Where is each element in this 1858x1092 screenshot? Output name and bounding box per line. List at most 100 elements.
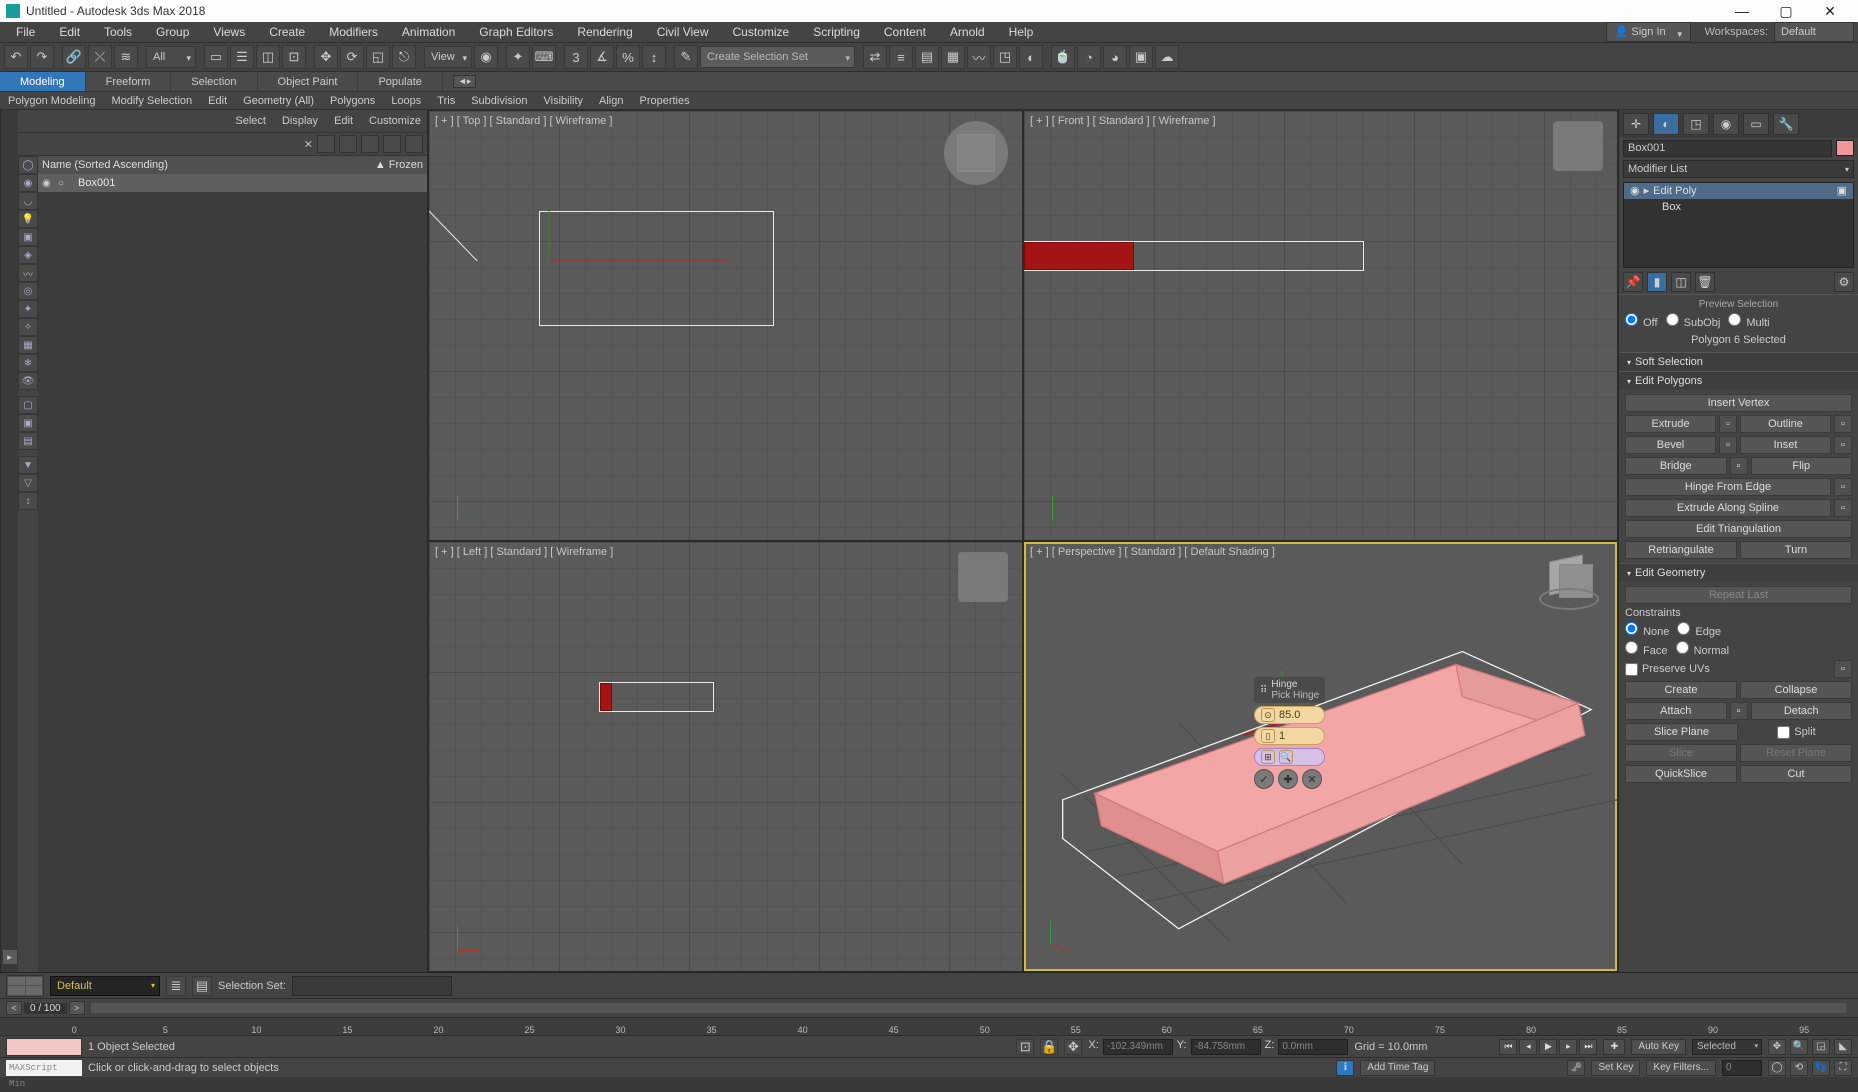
ref-coord-dropdown[interactable]: View: [424, 46, 472, 68]
ribbon-subdivision[interactable]: Subdivision: [463, 92, 535, 109]
layer-explorer-button[interactable]: ▤: [915, 45, 939, 69]
prev-frame-button[interactable]: ◂: [1519, 1039, 1537, 1055]
viewport-perspective[interactable]: [ + ] [ Perspective ] [ Standard ] [ Def…: [1024, 542, 1617, 971]
goto-end-button[interactable]: ⏭: [1579, 1039, 1597, 1055]
script-status-icon[interactable]: ℹ: [1336, 1060, 1354, 1076]
preserve-uvs-settings-button[interactable]: ▫: [1834, 660, 1852, 678]
hinge-from-edge-button[interactable]: Hinge From Edge: [1625, 478, 1831, 496]
stack-scroll-icon[interactable]: ▣: [1837, 183, 1847, 199]
current-frame-input[interactable]: [1722, 1060, 1762, 1076]
se-menu-select[interactable]: Select: [235, 115, 266, 127]
nav-walk-icon[interactable]: 👣: [1812, 1060, 1830, 1076]
cmd-tab-utilities[interactable]: 🔧: [1773, 113, 1799, 135]
pickhinge-icon-1[interactable]: ⊞: [1261, 750, 1275, 764]
hinge-settings-button[interactable]: ▫: [1834, 478, 1852, 496]
selection-filter-dropdown[interactable]: All: [146, 46, 196, 68]
rollout-soft-selection[interactable]: Soft Selection: [1619, 353, 1858, 371]
bridge-button[interactable]: Bridge: [1625, 457, 1727, 475]
ribbon-tab-freeform[interactable]: Freeform: [86, 72, 172, 91]
maximize-button[interactable]: ▢: [1764, 0, 1808, 22]
menu-graph-editors[interactable]: Graph Editors: [467, 22, 565, 42]
link-button[interactable]: 🔗: [62, 45, 86, 69]
viewcube-front[interactable]: [1553, 121, 1603, 171]
selection-lock-icon[interactable]: 🔒: [1040, 1039, 1058, 1055]
ribbon-polygon-modeling[interactable]: Polygon Modeling: [0, 92, 103, 109]
ribbon-tab-populate[interactable]: Populate: [358, 72, 442, 91]
se-view3-button[interactable]: [405, 135, 423, 153]
window-crossing-button[interactable]: ⊡: [282, 45, 306, 69]
percent-snap-button[interactable]: %: [616, 45, 640, 69]
se-filter-light-icon[interactable]: 💡: [18, 210, 38, 228]
ribbon-visibility[interactable]: Visibility: [535, 92, 591, 109]
manipulate-button[interactable]: ✦: [506, 45, 530, 69]
cmd-tab-create[interactable]: ✛: [1623, 113, 1649, 135]
nav-orbit-icon[interactable]: ◯: [1768, 1060, 1786, 1076]
show-end-result-button[interactable]: ▮: [1647, 272, 1667, 292]
named-selection-dropdown[interactable]: Create Selection Set: [700, 46, 855, 68]
cut-button[interactable]: Cut: [1740, 765, 1852, 783]
menu-animation[interactable]: Animation: [390, 22, 467, 42]
angle-snap-button[interactable]: ∡: [590, 45, 614, 69]
se-lock-button[interactable]: [339, 135, 357, 153]
menu-group[interactable]: Group: [144, 22, 201, 42]
ribbon-align[interactable]: Align: [591, 92, 631, 109]
extrude-settings-button[interactable]: ▫: [1719, 415, 1737, 433]
se-filter-helper-icon[interactable]: ◈: [18, 246, 38, 264]
redo-button[interactable]: ↷: [30, 45, 54, 69]
select-object-button[interactable]: ▭: [204, 45, 228, 69]
bevel-settings-button[interactable]: ▫: [1719, 436, 1737, 454]
cmd-tab-modify[interactable]: ◐: [1653, 113, 1679, 135]
caddy-apply-button[interactable]: ✚: [1278, 769, 1298, 789]
inset-settings-button[interactable]: ▫: [1834, 436, 1852, 454]
viewcube-top[interactable]: [944, 121, 1008, 185]
bind-spacewarp-button[interactable]: ≋: [114, 45, 138, 69]
object-color-swatch[interactable]: [1836, 140, 1854, 156]
se-filter-bone-icon[interactable]: ✧: [18, 318, 38, 336]
rectangular-region-button[interactable]: ◫: [256, 45, 280, 69]
se-view2-button[interactable]: [383, 135, 401, 153]
key-mode-toggle[interactable]: ✚: [1603, 1039, 1625, 1055]
state-sets-button[interactable]: ▣: [1129, 45, 1153, 69]
ribbon-tab-modeling[interactable]: Modeling: [0, 72, 86, 91]
align-button[interactable]: ≡: [889, 45, 913, 69]
signin-dropdown[interactable]: 👤 Sign In: [1606, 22, 1691, 42]
maxscript-listener[interactable]: MAXScript Min: [6, 1060, 82, 1076]
play-button[interactable]: ▶: [1539, 1039, 1557, 1055]
pickhinge-icon-2[interactable]: 🔍: [1279, 750, 1293, 764]
coord-x-input[interactable]: [1103, 1039, 1173, 1055]
ribbon-tris[interactable]: Tris: [429, 92, 463, 109]
collapse-button[interactable]: Collapse: [1740, 681, 1852, 699]
caddy-segments-value[interactable]: 1: [1279, 730, 1285, 742]
expand-icon[interactable]: ▸: [1644, 183, 1650, 199]
ribbon-edit[interactable]: Edit: [200, 92, 235, 109]
render-in-cloud-button[interactable]: ☁: [1155, 45, 1179, 69]
time-ruler[interactable]: 0510152025303540455055606570758085909510…: [0, 1017, 1858, 1035]
outline-button[interactable]: Outline: [1740, 415, 1831, 433]
render-setup-button[interactable]: 🍵: [1051, 45, 1075, 69]
constraint-normal[interactable]: Normal: [1676, 641, 1730, 657]
select-move-button[interactable]: ✥: [314, 45, 338, 69]
edit-triangulation-button[interactable]: Edit Triangulation: [1625, 520, 1852, 538]
material-editor-button[interactable]: ◐: [1019, 45, 1043, 69]
se-filter-group-icon[interactable]: ◎: [18, 282, 38, 300]
inset-button[interactable]: Inset: [1740, 436, 1831, 454]
layer-dropdown[interactable]: Default: [50, 976, 160, 996]
split-checkbox[interactable]: Split: [1741, 723, 1852, 741]
freeze-icon[interactable]: ○: [58, 178, 74, 189]
caddy-grip-icon[interactable]: ⠿: [1260, 685, 1267, 696]
toggle-ribbon-button[interactable]: ▦: [941, 45, 965, 69]
keyboard-shortcut-button[interactable]: ⌨: [532, 45, 556, 69]
detach-button[interactable]: Detach: [1751, 702, 1853, 720]
constraint-none[interactable]: None: [1625, 622, 1669, 638]
make-unique-button[interactable]: ◫: [1671, 272, 1691, 292]
next-frame-button[interactable]: ▸: [1559, 1039, 1577, 1055]
schematic-view-button[interactable]: ◳: [993, 45, 1017, 69]
preview-subobj[interactable]: SubObj: [1666, 313, 1721, 329]
absolute-transform-icon[interactable]: ✥: [1064, 1039, 1082, 1055]
menu-civil-view[interactable]: Civil View: [645, 22, 721, 42]
setkey-large-button[interactable]: 🗝: [1567, 1060, 1585, 1076]
se-view-button[interactable]: [361, 135, 379, 153]
attach-button[interactable]: Attach: [1625, 702, 1727, 720]
rollout-edit-polygons[interactable]: Edit Polygons: [1619, 372, 1858, 390]
rendered-frame-button[interactable]: ◔: [1077, 45, 1101, 69]
